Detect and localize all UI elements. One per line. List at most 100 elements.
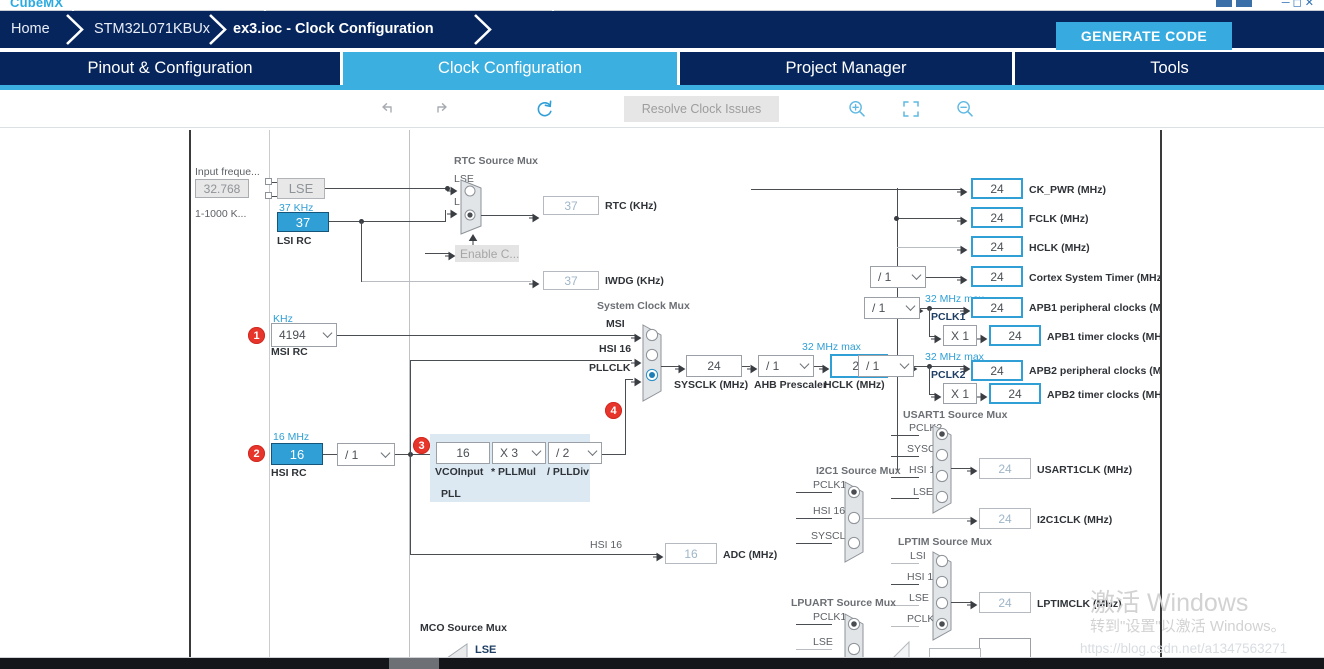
- breadcrumb-item-home[interactable]: Home: [11, 11, 50, 48]
- apb1-timer-multiplier: X 1: [943, 325, 977, 346]
- main-tabs: Pinout & Configuration Clock Configurati…: [0, 52, 1324, 85]
- apb1-prescaler-dropdown[interactable]: / 1: [864, 297, 920, 319]
- cortex-systick-prescaler-dropdown[interactable]: / 1: [870, 266, 926, 288]
- lsi-caption: LSI RC: [277, 235, 312, 247]
- tab-clock-configuration[interactable]: Clock Configuration: [343, 52, 677, 85]
- arrow-lsi-rtcmux: [447, 206, 459, 224]
- wire-hsi-to-hsi16-input: [410, 360, 632, 361]
- redo-icon[interactable]: [430, 98, 452, 120]
- usart1clk-field: 24: [979, 458, 1031, 479]
- apb2-prescaler-dropdown[interactable]: / 1: [858, 355, 914, 377]
- zoom-in-icon[interactable]: [846, 98, 868, 120]
- wire-lsi-to-iwdg: [361, 281, 531, 282]
- tab-project-manager[interactable]: Project Manager: [680, 52, 1012, 85]
- arrow-iwdg: [529, 276, 541, 294]
- sysclk-field: 24: [686, 355, 742, 377]
- refresh-icon[interactable]: [534, 98, 556, 120]
- input-frequency-field[interactable]: 32.768: [195, 179, 249, 198]
- output-field-fclk: 24: [971, 207, 1023, 228]
- clock-diagram-canvas[interactable]: Input freque... 32.768 1-1000 K... LSE 3…: [189, 130, 1162, 657]
- output-label-ck-pwr: CK_PWR (MHz): [1029, 184, 1106, 196]
- rtc-enable-css-field[interactable]: Enable C...: [455, 245, 519, 262]
- window-controls[interactable]: ─ ◻ ✕: [1282, 0, 1314, 9]
- chevron-down-icon: [905, 301, 916, 311]
- resolve-clock-issues-button[interactable]: Resolve Clock Issues: [624, 96, 779, 122]
- wire-lsi-up: [445, 210, 446, 222]
- pll-div-dropdown[interactable]: / 2: [548, 442, 602, 464]
- wire-msi-to-sysmux: [337, 335, 637, 336]
- arrow-fclk: [957, 213, 969, 231]
- windows-activation-watermark-line1: 激活 Windows: [1090, 589, 1249, 617]
- lsi-value-field[interactable]: 37: [277, 212, 329, 232]
- wire-pll-out: [602, 454, 626, 455]
- hclk-max-note: 32 MHz max: [802, 341, 861, 353]
- taskbar-active-window[interactable]: [389, 658, 439, 669]
- wire-usart1-in-2: [891, 456, 919, 457]
- chevron-down-icon: [587, 446, 598, 456]
- usart1clk-label: USART1CLK (MHz): [1037, 464, 1133, 476]
- ahb-prescaler-dropdown[interactable]: / 1: [758, 355, 814, 377]
- os-taskbar[interactable]: [0, 658, 1324, 669]
- breadcrumb-item-device[interactable]: STM32L071KBUx: [94, 11, 210, 48]
- zoom-out-icon[interactable]: [954, 98, 976, 120]
- arrow-apb2-timer-in: [931, 389, 943, 407]
- lse-field[interactable]: LSE: [277, 178, 325, 199]
- node-fclk-tap: [894, 216, 899, 221]
- wire-i2c1-in-1: [796, 492, 832, 493]
- wire-hsi-to-adc: [410, 554, 657, 555]
- breadcrumb-item-current: ex3.ioc - Clock Configuration: [233, 21, 434, 37]
- system-clock-mux[interactable]: [641, 323, 669, 403]
- chevron-down-icon: [911, 270, 922, 280]
- input-frequency-caption: Input freque...: [195, 166, 260, 178]
- output-field-apb1-timer: 24: [989, 325, 1041, 346]
- arrow-ck-pwr: [957, 184, 969, 202]
- arrow-mux-enable-up: [468, 231, 478, 250]
- output-field-ck-pwr: 24: [971, 178, 1023, 199]
- output-label-hclk: HCLK (MHz): [1029, 242, 1090, 254]
- fit-to-screen-icon[interactable]: [900, 98, 922, 120]
- tab-pinout-configuration[interactable]: Pinout & Configuration: [0, 52, 340, 85]
- window-maximize-button[interactable]: [1236, 0, 1252, 7]
- hclk-caption: HCLK (MHz): [824, 379, 885, 391]
- rtc-output-label: RTC (KHz): [605, 200, 657, 212]
- tab-tools[interactable]: Tools: [1015, 52, 1324, 85]
- output-label-cortex-systick: Cortex System Timer (MHz): [1029, 272, 1162, 284]
- msi-frequency-dropdown[interactable]: 4194: [271, 323, 337, 347]
- arrow-adc: [653, 549, 665, 567]
- windows-activation-watermark-line2: 转到"设置"以激活 Windows。: [1090, 618, 1286, 635]
- undo-icon[interactable]: [377, 98, 399, 120]
- lptim-source-mux[interactable]: [931, 550, 959, 642]
- wire-lptim-in-2: [891, 584, 919, 585]
- iwdg-output-label: IWDG (KHz): [605, 275, 664, 287]
- xtal-pin-1: [265, 178, 272, 185]
- wire-rtcmux-out: [481, 215, 533, 216]
- output-field-apb1-periph: 24: [971, 297, 1023, 318]
- arrow-apb2-timer: [977, 389, 989, 407]
- rtc-source-mux[interactable]: [459, 178, 489, 236]
- wire-pclk2-down: [929, 366, 930, 394]
- hsi-divider-dropdown[interactable]: / 1: [337, 443, 395, 466]
- output-field-cortex-systick: 24: [971, 266, 1023, 287]
- lptim-input-label-lse: LSE: [909, 592, 929, 604]
- pll-mul-dropdown[interactable]: X 3: [492, 442, 546, 464]
- wire-usart1-in-4: [891, 498, 919, 499]
- lpuart-source-mux[interactable]: [843, 612, 871, 657]
- output-label-apb1-timer: APB1 timer clocks (MHz): [1047, 331, 1162, 343]
- i2c1-source-mux[interactable]: [843, 480, 871, 564]
- wire-ck-pwr: [751, 189, 961, 190]
- rtc-source-mux-title: RTC Source Mux: [454, 155, 539, 167]
- window-minimize-button[interactable]: [1216, 0, 1232, 7]
- blog-url-watermark: https://blog.csdn.net/a1347563271: [1080, 641, 1288, 656]
- generate-code-button[interactable]: GENERATE CODE: [1056, 22, 1232, 50]
- sysmux-input-label-pllclk: PLLCLK: [589, 362, 631, 374]
- cortex-systick-prescaler-value: / 1: [878, 270, 892, 284]
- hsi-value-field[interactable]: 16: [271, 443, 323, 465]
- mco-source-mux[interactable]: [445, 638, 471, 657]
- usart1-input-label-lse: LSE: [913, 486, 933, 498]
- arrow-lptim-out: [967, 597, 979, 615]
- usart1-source-mux[interactable]: [931, 423, 959, 515]
- canvas-column-divider-1: [269, 130, 270, 657]
- pll-vco-input-field[interactable]: 16: [436, 442, 490, 464]
- xtal-pin-2: [265, 192, 272, 199]
- lptimclk-field: 24: [979, 592, 1031, 613]
